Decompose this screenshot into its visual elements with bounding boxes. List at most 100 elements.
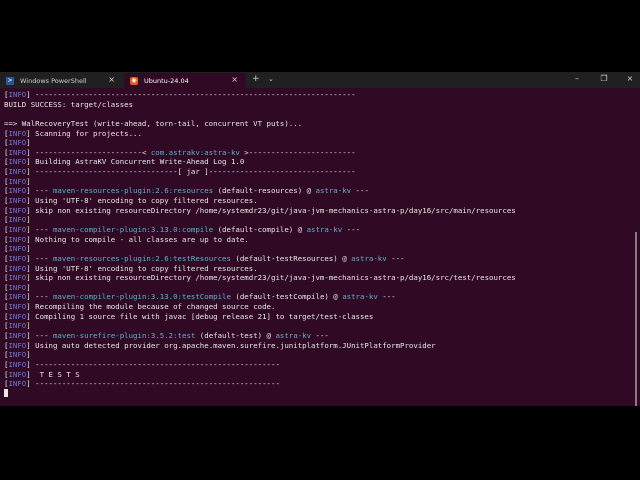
new-tab-icon[interactable]: +	[252, 74, 260, 84]
line-text: ] ---	[26, 224, 53, 234]
line-text: ]	[26, 176, 31, 186]
terminal-line: [INFO] ---------------------------------…	[4, 360, 624, 370]
log-level: INFO	[8, 350, 27, 360]
line-text: ] skip non existing resourceDirectory /h…	[26, 273, 516, 283]
minimize-icon[interactable]: –	[570, 74, 584, 83]
close-tab-icon[interactable]: ×	[108, 75, 115, 84]
line-text: ] --------------------------------------…	[26, 90, 356, 99]
terminal-line: [INFO] skip non existing resourceDirecto…	[4, 273, 624, 283]
terminal-output[interactable]: [INFO] ---------------------------------…	[4, 90, 624, 406]
line-text: ] --------------------------------------…	[26, 359, 280, 369]
log-level: INFO	[8, 273, 27, 283]
scrollbar[interactable]	[635, 232, 637, 406]
log-level: INFO	[8, 138, 27, 148]
log-level: INFO	[8, 196, 27, 206]
highlight-text: astra-kv	[275, 331, 312, 341]
line-text: (default-compile) @	[213, 224, 307, 234]
terminal-line: [INFO] ------------------------< com.ast…	[4, 148, 624, 158]
line-text: ]	[26, 321, 31, 331]
terminal-line: [INFO]	[4, 215, 624, 225]
terminal-line: [INFO] --- maven-compiler-plugin:3.13.0:…	[4, 292, 624, 302]
terminal-line: [INFO]	[4, 283, 624, 293]
line-text: ]	[26, 350, 31, 360]
highlight-text: astra-kv	[351, 253, 387, 263]
terminal-line: [INFO] Using auto detected provider org.…	[4, 341, 624, 351]
prompt-line	[4, 388, 624, 399]
highlight-text: astra-kv	[315, 186, 352, 196]
terminal-line: [INFO]	[4, 350, 624, 360]
cursor	[4, 388, 8, 397]
terminal-window: > Windows PowerShell × ◉ Ubuntu-24.04 × …	[0, 72, 640, 406]
line-text: ] Recompiling the module because of chan…	[26, 302, 276, 312]
line-text: ---	[386, 253, 405, 263]
log-level: INFO	[8, 359, 27, 369]
highlight-text: com.astrakv:astra-kv	[150, 147, 240, 157]
log-level: INFO	[8, 167, 27, 177]
log-level: INFO	[8, 331, 27, 341]
close-window-icon[interactable]: ×	[623, 74, 637, 83]
terminal-line: [INFO]	[4, 321, 624, 331]
log-level: INFO	[8, 215, 27, 225]
line-text: ]	[26, 282, 31, 292]
terminal-line: [INFO]	[4, 244, 624, 254]
highlight-text: astra-kv	[306, 224, 343, 234]
line-text: ---	[342, 224, 361, 234]
terminal-line: [INFO] --- maven-surefire-plugin:3.5.2:t…	[4, 331, 624, 341]
line-text: ---	[311, 331, 329, 341]
line-text: (default-resources) @	[213, 186, 316, 196]
tab-label: Windows PowerShell	[20, 76, 87, 85]
log-level: INFO	[8, 311, 27, 321]
line-text: ==> WalRecoveryTest (write-ahead, torn-t…	[4, 118, 303, 128]
log-level: INFO	[8, 176, 27, 186]
log-level: INFO	[8, 379, 27, 389]
log-level: INFO	[8, 244, 27, 254]
highlight-text: maven-surefire-plugin:3.5.2:test	[52, 331, 196, 341]
log-level: INFO	[8, 302, 27, 312]
terminal-line: [INFO] --- maven-resources-plugin:2.6:re…	[4, 186, 624, 196]
line-text: ] Using 'UTF-8' encoding to copy filtere…	[26, 263, 258, 273]
terminal-line: ==> WalRecoveryTest (write-ahead, torn-t…	[4, 119, 624, 129]
log-level: INFO	[8, 186, 27, 196]
terminal-line: [INFO] ---------------------------------…	[4, 90, 624, 100]
line-text: ---	[351, 186, 369, 196]
close-tab-icon[interactable]: ×	[231, 75, 238, 84]
terminal-line: [INFO] Using 'UTF-8' encoding to copy fi…	[4, 196, 624, 206]
log-level: INFO	[8, 128, 27, 138]
line-text: ] Using 'UTF-8' encoding to copy filtere…	[26, 196, 258, 206]
terminal-line: [INFO] --------------------------------[…	[4, 167, 624, 177]
screen: > Windows PowerShell × ◉ Ubuntu-24.04 × …	[0, 0, 640, 480]
terminal-line: BUILD SUCCESS: target/classes	[4, 100, 624, 110]
tab-ubuntu[interactable]: ◉ Ubuntu-24.04 ×	[124, 73, 246, 88]
line-text: ---	[377, 292, 396, 302]
tab-label: Ubuntu-24.04	[144, 76, 189, 85]
highlight-text: astra-kv	[342, 292, 378, 302]
chevron-down-icon[interactable]: ⌄	[268, 75, 274, 83]
line-text: (default-test) @	[195, 331, 276, 341]
tab-windows-powershell[interactable]: > Windows PowerShell ×	[0, 73, 123, 88]
line-text: ] ---	[26, 292, 53, 302]
terminal-line: [INFO] --- maven-resources-plugin:2.6:te…	[4, 254, 624, 264]
line-text: ]	[26, 244, 31, 254]
highlight-text: maven-resources-plugin:2.6:resources	[52, 186, 214, 196]
line-text: ] skip non existing resourceDirectory /h…	[26, 205, 516, 215]
log-level: INFO	[8, 263, 27, 273]
terminal-line: [INFO] Scanning for projects...	[4, 129, 624, 139]
terminal-line: [INFO] Nothing to compile - all classes …	[4, 235, 624, 245]
line-text: BUILD SUCCESS: target/classes	[4, 99, 134, 109]
line-text: ]	[26, 215, 31, 225]
line-text: (default-testResources) @	[230, 253, 352, 263]
highlight-text: maven-compiler-plugin:3.13.0:compile	[52, 224, 214, 234]
terminal-line: [INFO] Compiling 1 source file with java…	[4, 312, 624, 322]
log-level: INFO	[8, 321, 27, 331]
highlight-text: maven-compiler-plugin:3.13.0:testCompile	[52, 292, 231, 302]
log-level: INFO	[8, 90, 27, 99]
terminal-line: [INFO] Recompiling the module because of…	[4, 302, 624, 312]
log-level: INFO	[8, 147, 27, 157]
line-text: ] --------------------------------------…	[26, 379, 280, 389]
log-level: INFO	[8, 369, 27, 379]
line-text: ] ---	[26, 186, 53, 196]
terminal-line: [INFO]	[4, 177, 624, 187]
line-text: >------------------------	[239, 147, 356, 157]
line-text: ] ---	[26, 331, 53, 341]
maximize-icon[interactable]: ❐	[597, 74, 611, 83]
